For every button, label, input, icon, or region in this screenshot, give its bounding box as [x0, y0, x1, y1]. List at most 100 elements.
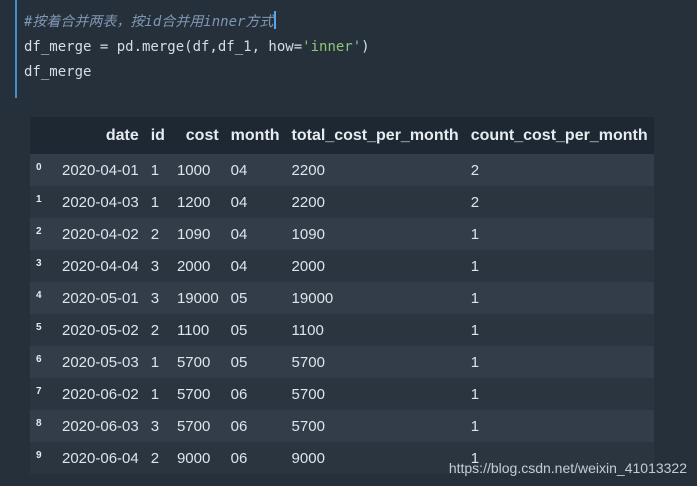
row-index: 1 [36, 194, 42, 205]
cell-total-cost: 19000 [291, 289, 334, 307]
table-row: 7 2020-06-02 1 5700 06 5700 1 [30, 378, 654, 410]
code-cell[interactable]: #按着合并两表，按id合并用inner方式 df_merge = pd.merg… [0, 0, 697, 98]
cell-date: 2020-06-03 [62, 417, 139, 435]
cell-date: 2020-05-03 [62, 353, 139, 371]
active-cell-indicator [15, 0, 17, 98]
row-index: 0 [36, 162, 42, 173]
cell-count-cost: 2 [470, 161, 480, 179]
code-output-var: df_merge [24, 64, 92, 80]
cell-date: 2020-04-03 [62, 193, 139, 211]
table-row: 2 2020-04-02 2 1090 04 1090 1 [30, 218, 654, 250]
cell-month: 05 [230, 353, 248, 371]
cell-total-cost: 5700 [291, 353, 325, 371]
cell-total-cost: 2200 [291, 161, 325, 179]
cell-cost: 19000 [176, 289, 219, 307]
cell-date: 2020-06-04 [62, 449, 139, 467]
cell-date: 2020-06-02 [62, 385, 139, 403]
index-header [30, 117, 56, 154]
cell-count-cost: 1 [470, 417, 480, 435]
row-index: 3 [36, 258, 42, 269]
cell-count-cost: 1 [470, 385, 480, 403]
cell-cost: 5700 [176, 353, 211, 371]
table-row: 3 2020-04-04 3 2000 04 2000 1 [30, 250, 654, 282]
cell-date: 2020-04-04 [62, 257, 139, 275]
row-index: 9 [36, 450, 42, 461]
cell-month: 04 [230, 161, 248, 179]
dataframe-header: date id cost month total_cost_per_month … [30, 117, 654, 154]
cell-id: 3 [150, 289, 160, 307]
cell-total-cost: 2200 [291, 193, 325, 211]
cell-month: 06 [230, 385, 248, 403]
code-merge-call: df_merge = pd.merge(df,df_1, how= [24, 39, 303, 55]
code-line-comment: #按着合并两表，按id合并用inner方式 [24, 10, 370, 35]
cell-month: 05 [230, 289, 248, 307]
cell-month: 06 [230, 449, 248, 467]
cell-cost: 9000 [176, 449, 211, 467]
cell-cost: 1090 [176, 225, 211, 243]
cell-month: 04 [230, 193, 248, 211]
cell-id: 1 [150, 385, 160, 403]
dataframe-table: date id cost month total_cost_per_month … [30, 117, 654, 474]
cell-total-cost: 1090 [291, 225, 325, 243]
cell-total-cost: 9000 [291, 449, 325, 467]
cell-total-cost: 2000 [291, 257, 325, 275]
cell-id: 1 [150, 161, 160, 179]
cell-total-cost: 5700 [291, 417, 325, 435]
table-row: 5 2020-05-02 2 1100 05 1100 1 [30, 314, 654, 346]
cell-id: 2 [150, 225, 160, 243]
cell-cost: 5700 [176, 417, 211, 435]
dataframe-body: 0 2020-04-01 1 1000 04 2200 2 1 2020-04-… [30, 154, 654, 474]
cell-date: 2020-04-02 [62, 225, 139, 243]
table-row: 0 2020-04-01 1 1000 04 2200 2 [30, 154, 654, 186]
table-row: 1 2020-04-03 1 1200 04 2200 2 [30, 186, 654, 218]
cell-count-cost: 1 [470, 289, 480, 307]
column-header-month: month [224, 117, 286, 154]
row-index: 2 [36, 226, 42, 237]
cell-total-cost: 1100 [291, 321, 324, 339]
table-row: 4 2020-05-01 3 19000 05 19000 1 [30, 282, 654, 314]
table-row: 6 2020-05-03 1 5700 05 5700 1 [30, 346, 654, 378]
column-header-cost: cost [170, 117, 225, 154]
code-editor[interactable]: #按着合并两表，按id合并用inner方式 df_merge = pd.merg… [24, 10, 370, 85]
row-index: 7 [36, 386, 42, 397]
cell-count-cost: 1 [470, 225, 480, 243]
watermark-url: https://blog.csdn.net/weixin_41013322 [448, 460, 687, 476]
code-comment: #按着合并两表，按id合并用inner方式 [24, 14, 274, 30]
cell-cost: 1200 [176, 193, 211, 211]
cell-date: 2020-05-02 [62, 321, 139, 339]
cell-cost: 1100 [176, 321, 210, 339]
text-cursor [274, 11, 277, 29]
row-index: 6 [36, 354, 42, 365]
column-header-id: id [144, 117, 171, 154]
cell-cost: 1000 [176, 161, 211, 179]
cell-id: 2 [150, 321, 160, 339]
cell-month: 05 [230, 321, 248, 339]
code-string-literal: 'inner' [302, 39, 362, 55]
cell-id: 1 [150, 353, 160, 371]
column-header-count-cost: count_cost_per_month [464, 117, 654, 154]
code-merge-close: ) [361, 39, 370, 55]
column-header-date: date [56, 117, 145, 154]
cell-total-cost: 5700 [291, 385, 325, 403]
row-index: 5 [36, 322, 42, 333]
table-row: 8 2020-06-03 3 5700 06 5700 1 [30, 410, 654, 442]
cell-date: 2020-04-01 [62, 161, 139, 179]
cell-cost: 2000 [176, 257, 211, 275]
cell-count-cost: 2 [470, 193, 480, 211]
cell-id: 2 [150, 449, 160, 467]
cell-date: 2020-05-01 [62, 289, 139, 307]
code-line-merge: df_merge = pd.merge(df,df_1, how='inner'… [24, 35, 370, 60]
cell-id: 1 [150, 193, 160, 211]
header-row: date id cost month total_cost_per_month … [30, 117, 654, 154]
cell-month: 04 [230, 257, 248, 275]
cell-id: 3 [150, 417, 160, 435]
cell-count-cost: 1 [470, 257, 480, 275]
column-header-total-cost: total_cost_per_month [285, 117, 465, 154]
cell-month: 04 [230, 225, 248, 243]
row-index: 4 [36, 290, 42, 301]
cell-count-cost: 1 [470, 353, 480, 371]
cell-month: 06 [230, 417, 248, 435]
row-index: 8 [36, 418, 42, 429]
cell-cost: 5700 [176, 385, 211, 403]
cell-id: 3 [150, 257, 160, 275]
